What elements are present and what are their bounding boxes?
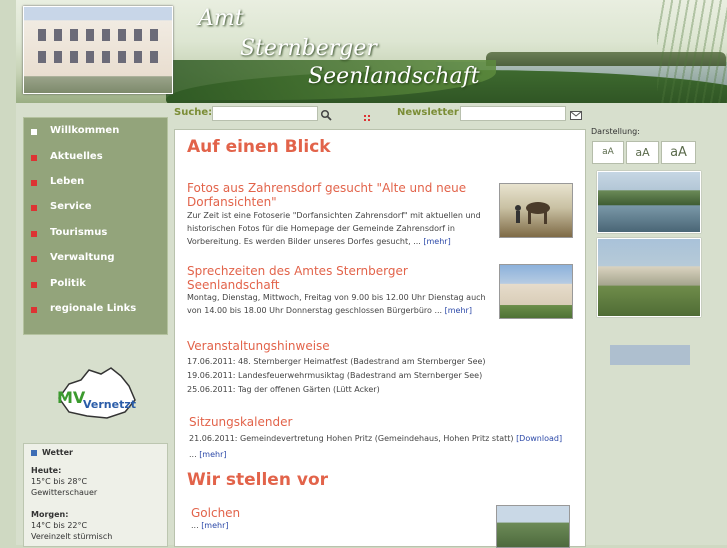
newsletter-input[interactable] — [460, 106, 566, 121]
article-text-line: von 14.00 bis 18.00 Uhr Donnerstag gesch… — [187, 306, 472, 315]
mv-vernetzt-logo[interactable]: MV Vernetzt — [51, 364, 141, 424]
nav-item-label: Willkommen — [50, 125, 120, 136]
bullet-icon — [31, 282, 37, 288]
partner-banner[interactable] — [610, 345, 690, 365]
church-photo[interactable] — [597, 238, 701, 317]
bullet-icon — [31, 256, 37, 262]
main-content: Auf einen Blick Fotos aus Zahrensdorf ge… — [174, 129, 586, 548]
more-link[interactable]: [mehr] — [201, 521, 228, 530]
events-title: Veranstaltungshinweise — [187, 339, 330, 353]
weather-today-desc: Gewitterschauer — [31, 488, 98, 497]
weather-title: Wetter — [42, 448, 73, 457]
bullet-icon — [31, 231, 37, 237]
horse-plough-image — [515, 202, 550, 224]
weather-tomorrow-temp: 14°C bis 22°C — [31, 521, 88, 530]
header-grass-image — [657, 0, 727, 103]
town-hall-photo[interactable] — [23, 6, 173, 94]
article-text-line: historischen Fotos für die Homepage der … — [187, 224, 455, 233]
font-size-medium-button[interactable]: aA — [626, 141, 659, 164]
article-text-line: Montag, Dienstag, Mittwoch, Freitag von … — [187, 293, 486, 302]
weather-box: Wetter Heute: 15°C bis 28°C Gewitterscha… — [23, 443, 168, 547]
weather-bullet-icon — [31, 450, 37, 456]
weather-today-label: Heute: — [31, 466, 62, 475]
nav-item-label: Politik — [50, 278, 86, 289]
nav-item-label: Verwaltung — [50, 252, 115, 263]
brand-line-1: Amt — [198, 6, 244, 31]
article-thumb-fotos[interactable] — [499, 183, 573, 238]
bullet-icon — [31, 155, 37, 161]
search-label: Suche: — [174, 107, 213, 118]
brand-line-2: Sternberger — [240, 36, 377, 61]
mv-logo-line1: MV — [57, 388, 86, 407]
bullet-icon — [31, 180, 37, 186]
nav-item-tourismus[interactable]: Tourismus — [24, 222, 167, 247]
nav-item-willkommen[interactable]: Willkommen — [24, 120, 167, 145]
event-item: 17.06.2011: 48. Sternberger Heimatfest (… — [187, 357, 486, 366]
mv-logo-line2: Vernetzt — [83, 398, 137, 411]
download-link[interactable]: [Download] — [516, 434, 562, 443]
session-more: ... [mehr] — [189, 450, 227, 459]
site-header: Amt Sternberger Seenlandschaft — [16, 0, 727, 103]
event-item: 19.06.2011: Landesfeuerwehrmusiktag (Bad… — [187, 371, 483, 380]
nav-item-label: Tourismus — [50, 227, 108, 238]
bullet-icon — [31, 307, 37, 313]
nav-item-label: Aktuelles — [50, 151, 103, 162]
bullet-icon — [31, 205, 37, 211]
weather-tomorrow-label: Morgen: — [31, 510, 69, 519]
font-size-large-button[interactable]: aA — [661, 141, 696, 164]
lake-photo[interactable] — [597, 171, 701, 233]
nav-item-aktuelles[interactable]: Aktuelles — [24, 146, 167, 171]
section-title-wir-stellen-vor: Wir stellen vor — [187, 470, 329, 490]
article-text-line: Vorbereitung. Es werden Bilder unseres D… — [187, 237, 451, 246]
search-input[interactable] — [212, 106, 318, 121]
article-title-sprechzeiten[interactable]: Sprechzeiten des Amtes Sternberger Seenl… — [187, 264, 497, 292]
feature-thumb-golchen[interactable] — [496, 505, 570, 548]
feature-text: ... [mehr] — [191, 521, 229, 530]
feature-title-golchen[interactable]: Golchen — [191, 506, 240, 520]
nav-item-politik[interactable]: Politik — [24, 273, 167, 298]
newsletter-label: Newsletter: — [397, 107, 463, 118]
nav-item-label: Leben — [50, 176, 85, 187]
more-link[interactable]: [mehr] — [423, 237, 450, 246]
brand-line-3: Seenlandschaft — [308, 64, 480, 89]
display-label: Darstellung: — [591, 127, 640, 136]
search-icon[interactable] — [320, 109, 332, 121]
main-nav: Willkommen Aktuelles Leben Service Touri… — [23, 117, 168, 335]
article-thumb-amt[interactable] — [499, 264, 573, 319]
article-title-fotos[interactable]: Fotos aus Zahrensdorf gesucht "Alte und … — [187, 181, 497, 209]
nav-item-verwaltung[interactable]: Verwaltung — [24, 247, 167, 272]
more-link[interactable]: [mehr] — [199, 450, 226, 459]
weather-tomorrow-desc: Vereinzelt stürmisch — [31, 532, 113, 541]
event-item: 25.06.2011: Tag der offenen Gärten (Lütt… — [187, 385, 380, 394]
nav-item-label: Service — [50, 201, 92, 212]
nav-item-leben[interactable]: Leben — [24, 171, 167, 196]
page-wrapper: Amt Sternberger Seenlandschaft Suche: Ne… — [16, 0, 727, 548]
weather-today-temp: 15°C bis 28°C — [31, 477, 88, 486]
page-title: Auf einen Blick — [187, 137, 331, 157]
font-size-small-button[interactable]: aA — [592, 141, 624, 164]
session-line: 21.06.2011: Gemeindevertretung Hohen Pri… — [189, 434, 563, 443]
nav-item-regionale-links[interactable]: regionale Links — [24, 298, 167, 323]
sessions-title: Sitzungskalender — [189, 415, 293, 429]
more-link[interactable]: [mehr] — [445, 306, 472, 315]
article-text-line: Zur Zeit ist eine Fotoserie "Dorfansicht… — [187, 211, 481, 220]
bullet-icon — [31, 129, 37, 135]
mail-icon[interactable] — [570, 111, 582, 120]
nav-item-label: regionale Links — [50, 303, 137, 314]
dots-icon — [364, 115, 370, 121]
nav-item-service[interactable]: Service — [24, 196, 167, 221]
